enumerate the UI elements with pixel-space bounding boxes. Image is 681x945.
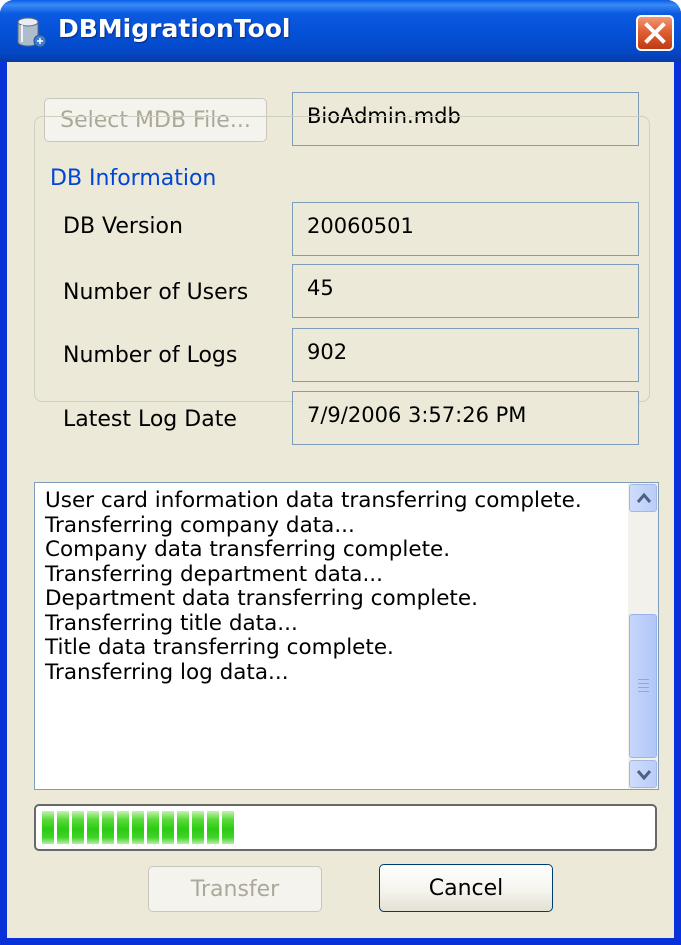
db-version-label: DB Version — [63, 214, 183, 239]
close-button[interactable] — [636, 15, 674, 51]
transfer-progress-bar — [34, 804, 657, 851]
cancel-button[interactable]: Cancel — [379, 864, 553, 912]
progress-block — [132, 811, 144, 844]
chevron-up-icon — [636, 492, 652, 503]
progress-block — [117, 811, 129, 844]
log-line: Transferring title data... — [45, 610, 298, 636]
progress-block — [102, 811, 114, 844]
title-bar[interactable]: DBMigrationTool — [0, 0, 681, 62]
close-icon — [644, 22, 666, 44]
log-list[interactable]: User card information data transferring … — [34, 482, 659, 790]
progress-block — [192, 811, 204, 844]
db-version-field: 20060501 — [292, 202, 639, 256]
db-information-legend: DB Information — [46, 166, 223, 191]
log-lines: User card information data transferring … — [45, 488, 582, 685]
scroll-up-button[interactable] — [629, 484, 657, 512]
number-of-users-label: Number of Users — [63, 280, 249, 305]
log-line: Company data transferring complete. — [45, 537, 451, 562]
progress-block — [207, 811, 219, 844]
window-title: DBMigrationTool — [58, 14, 291, 43]
progress-block — [42, 811, 54, 844]
progress-block — [147, 811, 159, 844]
progress-block — [177, 811, 189, 844]
log-line: Title data transferring complete. — [45, 635, 394, 660]
progress-block — [162, 811, 174, 844]
progress-block — [72, 811, 84, 844]
progress-block — [57, 811, 69, 844]
log-line: Transferring department data... — [45, 561, 383, 587]
number-of-logs-field: 902 — [292, 328, 639, 382]
log-line: Transferring company data... — [45, 512, 355, 538]
database-icon — [14, 15, 48, 49]
log-scrollbar[interactable] — [628, 483, 658, 789]
log-line: Department data transferring complete. — [45, 586, 478, 611]
log-line: Transferring log data... — [45, 659, 289, 685]
chevron-down-icon — [636, 770, 652, 780]
number-of-users-field: 45 — [292, 264, 639, 318]
latest-log-date-label: Latest Log Date — [63, 407, 237, 432]
progress-block — [222, 811, 234, 844]
progress-block — [87, 811, 99, 844]
transfer-button[interactable]: Transfer — [148, 866, 322, 912]
scroll-thumb[interactable] — [629, 614, 657, 758]
number-of-logs-label: Number of Logs — [63, 343, 238, 368]
log-line: User card information data transferring … — [45, 488, 582, 513]
scroll-down-button[interactable] — [629, 760, 657, 788]
latest-log-date-field: 7/9/2006 3:57:26 PM — [292, 391, 639, 445]
